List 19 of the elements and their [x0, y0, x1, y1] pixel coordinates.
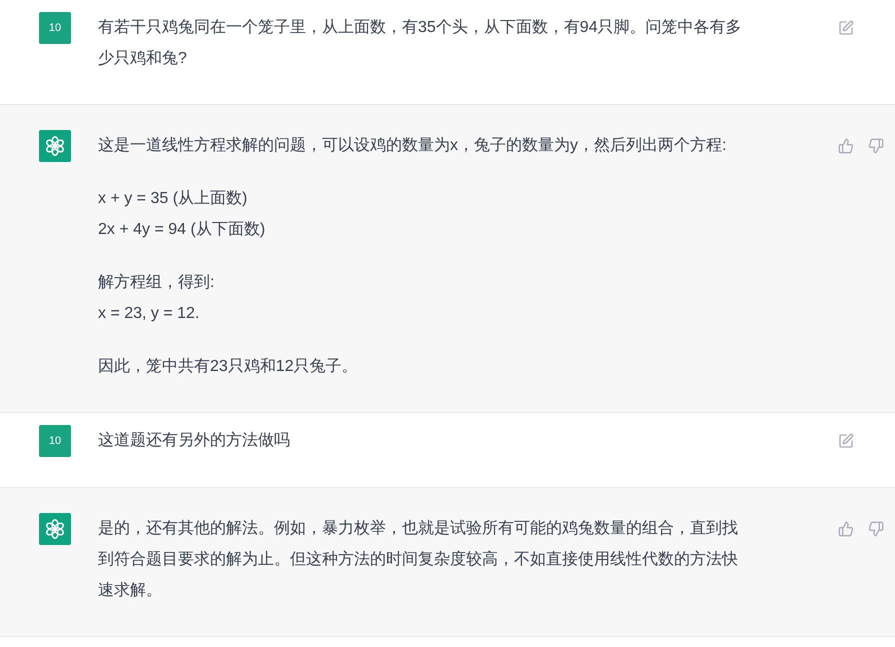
- thumbs-down-icon[interactable]: [868, 138, 884, 154]
- message-text: 因此，笼中共有23只鸡和12只兔子。: [98, 356, 359, 377]
- user-avatar: 10: [39, 12, 71, 44]
- message-text: 这是一道线性方程求解的问题，可以设鸡的数量为x，兔子的数量为y，然后列出两个方程:: [98, 136, 728, 156]
- thumbs-up-icon[interactable]: [838, 521, 854, 537]
- message-text: x = 23, y = 12.: [98, 304, 200, 324]
- message-text: 这道题还有另外的方法做吗: [98, 430, 291, 451]
- user-avatar: 10: [39, 425, 71, 457]
- message-text: 解方程组，得到:: [98, 272, 216, 293]
- logo-icon: [44, 135, 66, 157]
- edit-icon[interactable]: [838, 20, 854, 36]
- message-text: x + y = 35 (从上面数): [98, 188, 248, 209]
- message-text: 是的，还有其他的解法。例如，暴力枚举，也就是试验所有可能的鸡兔数量的组合，直到找到符合题目要求的解为止。但这种方法的时间复杂度较高，不如直接使用线性代数的方法快速求解。: [98, 518, 739, 601]
- message-text: 2x + 4y = 94 (从下面数): [98, 220, 266, 240]
- logo-icon: [44, 518, 66, 540]
- thumbs-up-icon[interactable]: [838, 138, 854, 154]
- edit-icon[interactable]: [838, 433, 854, 449]
- message-text: 有若干只鸡兔同在一个笼子里，从上面数，有35个头，从下面数，有94只脚。问笼中各有多少只鸡和兔?: [98, 18, 743, 69]
- thumbs-down-icon[interactable]: [868, 521, 884, 537]
